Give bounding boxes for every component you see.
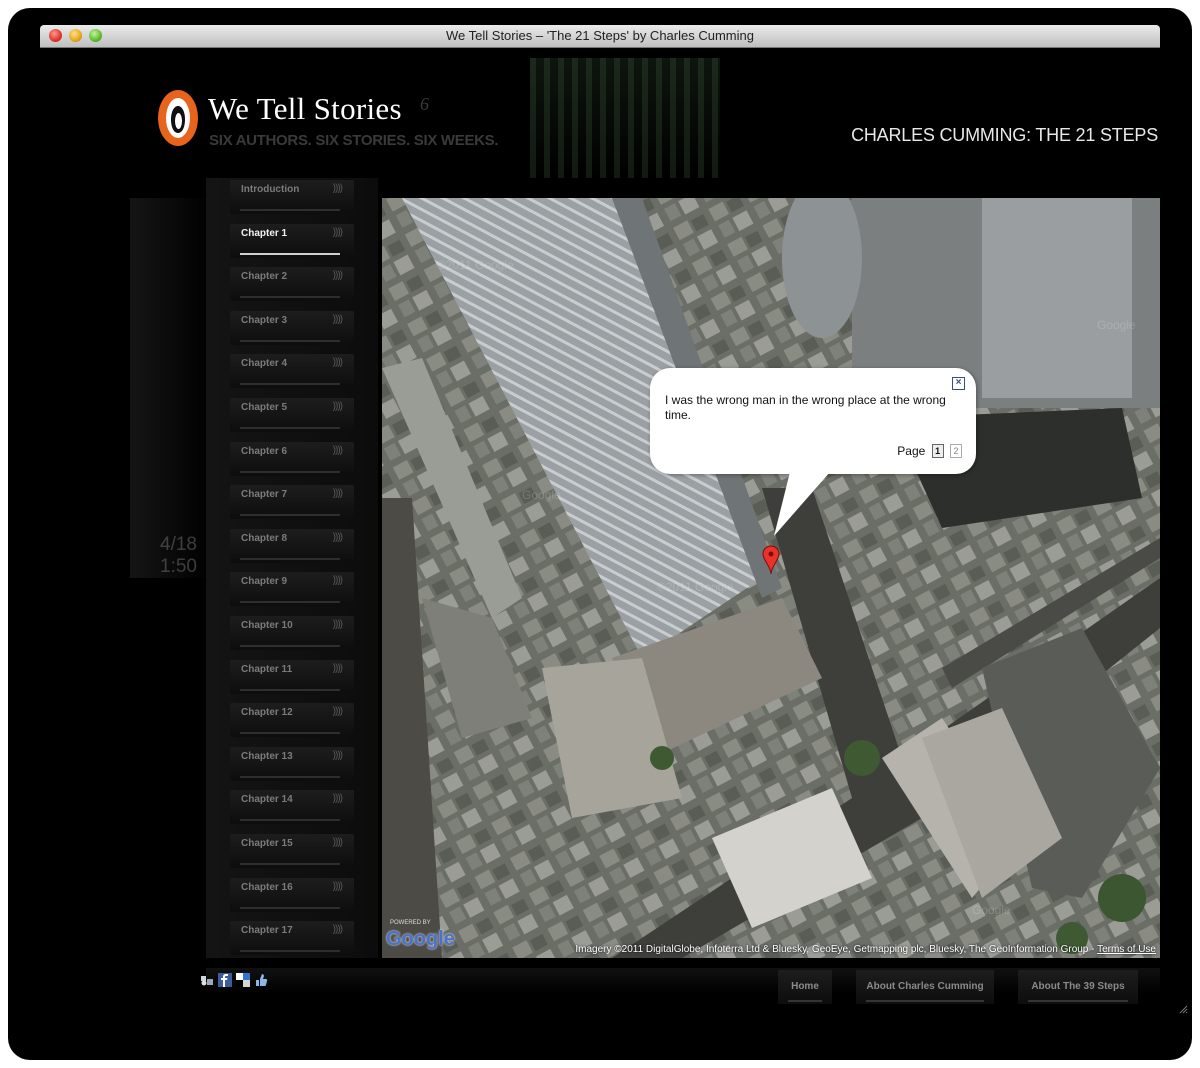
chevron-right-icon: )))) bbox=[332, 270, 343, 282]
chevron-right-icon: )))) bbox=[332, 226, 343, 238]
chevron-right-icon: )))) bbox=[332, 924, 343, 936]
sidebar-item-chapter-2[interactable]: Chapter 2)))) bbox=[230, 267, 354, 302]
sidebar-item-chapter-16[interactable]: Chapter 16)))) bbox=[230, 877, 354, 912]
facebook-icon[interactable] bbox=[218, 973, 232, 987]
chevron-right-icon: )))) bbox=[332, 183, 343, 194]
sidebar-item-label: Chapter 14 bbox=[241, 794, 293, 806]
chevron-right-icon: )))) bbox=[332, 793, 343, 805]
map-watermark: Google bbox=[972, 903, 1011, 917]
sidebar-item-chapter-17[interactable]: Chapter 17)))) bbox=[230, 921, 354, 956]
sidebar-item-label: Chapter 7 bbox=[241, 489, 288, 501]
sidebar-item-chapter-1[interactable]: Chapter 1)))) bbox=[230, 223, 354, 258]
sidebar-item-label: Chapter 1 bbox=[241, 227, 288, 239]
map-info-window[interactable]: × I was the wrong man in the wrong place… bbox=[650, 368, 976, 474]
site-tagline: SIX AUTHORS. SIX STORIES. SIX WEEKS. bbox=[209, 132, 499, 149]
sidebar-item-chapter-9[interactable]: Chapter 9)))) bbox=[230, 572, 354, 607]
penguin-logo[interactable] bbox=[158, 90, 198, 146]
map-copyright: Imagery ©2011 DigitalGlobe, Infoterra Lt… bbox=[575, 944, 1156, 955]
story-heading: CHARLES CUMMING: THE 21 STEPS bbox=[851, 125, 1158, 145]
footer-bar bbox=[206, 968, 1160, 994]
map-marker-icon[interactable] bbox=[762, 545, 780, 575]
info-window-tail bbox=[774, 472, 830, 536]
chevron-right-icon: )))) bbox=[332, 444, 343, 456]
sidebar-item-label: Chapter 15 bbox=[241, 838, 293, 849]
sidebar-item-label: Chapter 4 bbox=[241, 358, 288, 370]
sidebar-item-label: Chapter 3 bbox=[241, 314, 288, 326]
delicious-icon[interactable] bbox=[236, 973, 250, 987]
terms-of-use-link[interactable]: Terms of Use bbox=[1097, 944, 1156, 955]
sidebar-item-label: Introduction bbox=[241, 184, 300, 195]
background-side-image bbox=[130, 198, 210, 578]
sidebar-item-chapter-12[interactable]: Chapter 12)))) bbox=[230, 703, 354, 738]
chevron-right-icon: )))) bbox=[332, 837, 343, 848]
chevron-right-icon: )))) bbox=[332, 619, 343, 630]
chevron-right-icon: )))) bbox=[332, 401, 343, 412]
site-number: 6 bbox=[420, 94, 429, 114]
page-label: Page bbox=[897, 444, 926, 458]
sidebar-item-label: Chapter 8 bbox=[241, 532, 288, 544]
site-title[interactable]: We Tell Stories bbox=[208, 91, 402, 127]
close-icon[interactable]: × bbox=[952, 377, 965, 390]
page-content: 4/18 1:50 We Tell Stories 6 SIX AUTHORS.… bbox=[40, 48, 1160, 1048]
sidebar-item-chapter-8[interactable]: Chapter 8)))) bbox=[230, 528, 354, 563]
sidebar-item-chapter-4[interactable]: Chapter 4)))) bbox=[230, 354, 354, 389]
browser-window: We Tell Stories – 'The 21 Steps' by Char… bbox=[8, 8, 1192, 1060]
chevron-right-icon: )))) bbox=[332, 357, 343, 369]
sidebar-item-label: Chapter 12 bbox=[241, 707, 293, 719]
satellite-map[interactable]: ©2011 Google ©2011 Google Google Google … bbox=[382, 198, 1160, 958]
chevron-right-icon: )))) bbox=[332, 662, 343, 674]
sidebar-item-label: Chapter 16 bbox=[241, 881, 293, 893]
chevron-right-icon: )))) bbox=[332, 749, 343, 761]
info-window-text: I was the wrong man in the wrong place a… bbox=[665, 393, 946, 422]
sidebar-item-label: Chapter 6 bbox=[241, 445, 288, 457]
sidebar-item-label: Chapter 5 bbox=[241, 402, 288, 413]
sidebar-item-chapter-5[interactable]: Chapter 5)))) bbox=[230, 398, 354, 432]
sidebar-item-chapter-6[interactable]: Chapter 6)))) bbox=[230, 441, 354, 476]
sidebar-item-label: Chapter 10 bbox=[241, 620, 293, 631]
sidebar-item-chapter-3[interactable]: Chapter 3)))) bbox=[230, 310, 354, 345]
bookmark-icon[interactable] bbox=[200, 973, 214, 987]
map-watermark: Google bbox=[1097, 318, 1136, 332]
page-2-button[interactable]: 2 bbox=[950, 444, 962, 458]
chevron-right-icon: )))) bbox=[332, 706, 343, 718]
digg-icon[interactable] bbox=[254, 973, 268, 987]
google-logo[interactable]: POWERED BY Google bbox=[386, 920, 455, 951]
sidebar-item-chapter-13[interactable]: Chapter 13)))) bbox=[230, 746, 354, 781]
chevron-right-icon: )))) bbox=[332, 575, 343, 587]
sidebar-item-label: Chapter 9 bbox=[241, 576, 288, 588]
map-watermark: ©2011 Google bbox=[437, 258, 514, 272]
chevron-right-icon: )))) bbox=[332, 880, 343, 892]
info-window-pager: Page 1 2 bbox=[897, 444, 962, 458]
map-imagery[interactable] bbox=[382, 198, 1160, 958]
chapter-sidebar: Introduction)))) Chapter 1)))) Chapter 2))… bbox=[206, 178, 378, 958]
page-1-button[interactable]: 1 bbox=[931, 444, 944, 458]
sidebar-item-label: Chapter 13 bbox=[241, 750, 293, 762]
sidebar-item-label: Chapter 2 bbox=[241, 271, 288, 283]
footer-link-home[interactable]: Home bbox=[778, 970, 832, 1004]
background-skyline-image bbox=[530, 58, 720, 178]
background-timestamp: 4/18 1:50 bbox=[160, 534, 197, 577]
chevron-right-icon: )))) bbox=[332, 313, 343, 325]
sidebar-item-chapter-15[interactable]: Chapter 15)))) bbox=[230, 834, 354, 868]
sidebar-item-chapter-7[interactable]: Chapter 7)))) bbox=[230, 485, 354, 520]
sidebar-item-chapter-10[interactable]: Chapter 10)))) bbox=[230, 616, 354, 650]
sidebar-item-introduction[interactable]: Introduction)))) bbox=[230, 180, 354, 214]
chevron-right-icon: )))) bbox=[332, 488, 343, 500]
sidebar-item-chapter-14[interactable]: Chapter 14)))) bbox=[230, 790, 354, 825]
window-titlebar[interactable]: We Tell Stories – 'The 21 Steps' by Char… bbox=[40, 25, 1160, 48]
chevron-right-icon: )))) bbox=[332, 531, 343, 543]
sidebar-item-label: Chapter 17 bbox=[241, 925, 293, 937]
sidebar-item-label: Chapter 11 bbox=[241, 663, 293, 675]
sidebar-item-chapter-11[interactable]: Chapter 11)))) bbox=[230, 659, 354, 694]
footer-link-about-39-steps[interactable]: About The 39 Steps bbox=[1018, 970, 1138, 1004]
window-title: We Tell Stories – 'The 21 Steps' by Char… bbox=[446, 28, 754, 43]
map-watermark: ©2011 Google bbox=[657, 580, 734, 594]
map-watermark: Google bbox=[522, 488, 561, 502]
footer-link-about-author[interactable]: About Charles Cumming bbox=[856, 970, 994, 1004]
resize-grip-icon[interactable] bbox=[1178, 1004, 1188, 1014]
